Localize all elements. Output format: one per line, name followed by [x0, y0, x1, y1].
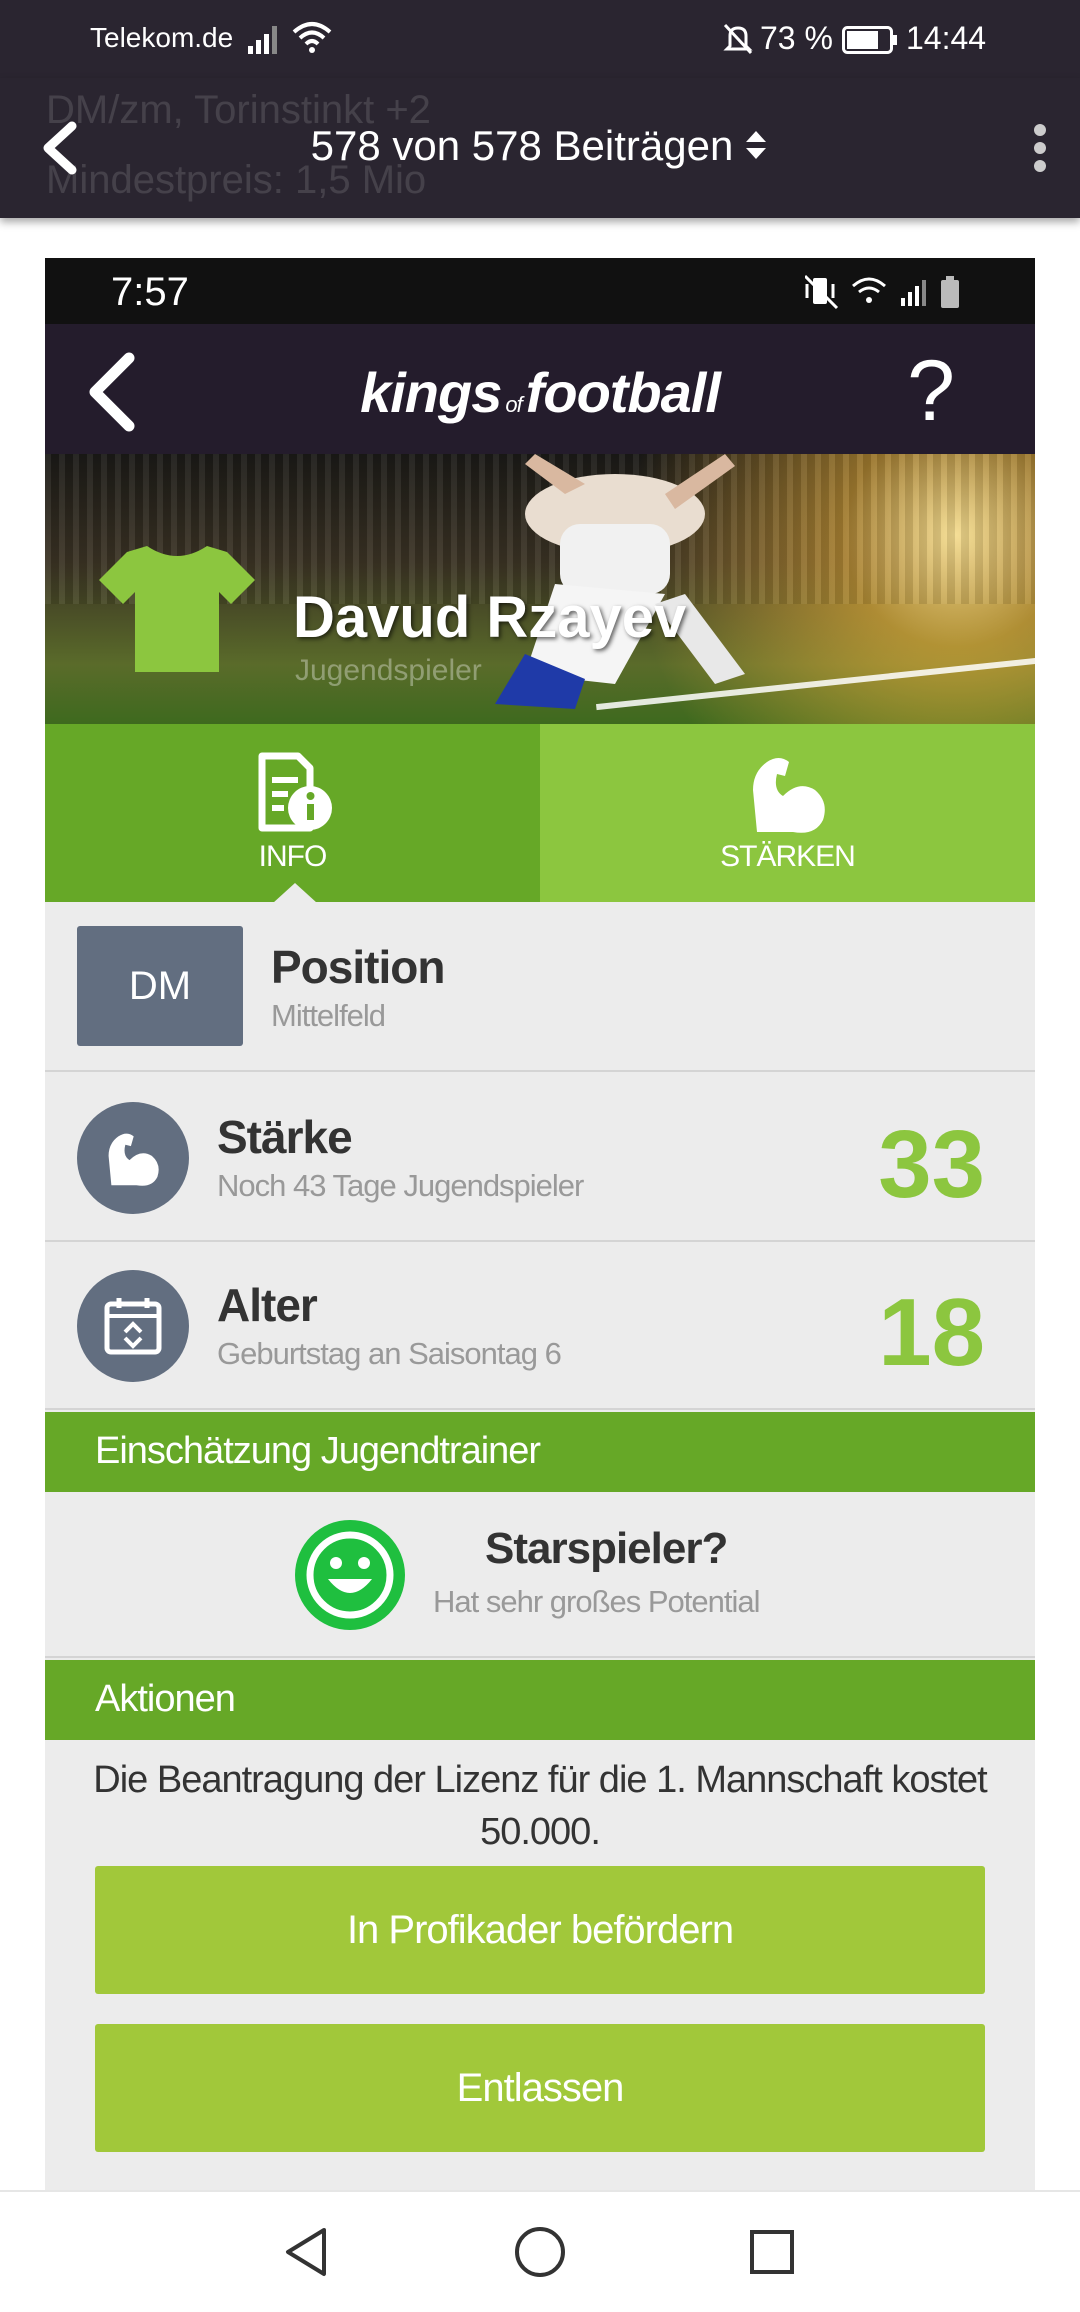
- jersey-icon: [97, 544, 257, 679]
- player-name: Davud Rzayev: [293, 585, 687, 650]
- trainer-section-header: Einschätzung Jugendtrainer: [45, 1412, 1035, 1492]
- thread-header: DM/zm, Torinstinkt +2 Mindestpreis: 1,5 …: [0, 78, 1080, 218]
- battery-icon: [941, 276, 959, 308]
- tab-info-label: INFO: [258, 840, 328, 873]
- age-value: 18: [878, 1279, 985, 1386]
- sort-arrows-icon: [743, 125, 769, 173]
- license-cost-note: Die Beantragung der Lizenz für die 1. Ma…: [93, 1759, 987, 1853]
- inner-status-bar: 7:57: [45, 258, 1035, 324]
- active-tab-pointer: [273, 883, 317, 903]
- battery-percent: 73 %: [760, 20, 833, 56]
- strength-row: Stärke Noch 43 Tage Jugendspieler 33: [45, 1074, 1035, 1242]
- signal-icon: [248, 24, 284, 59]
- app-header: kings offootball ?: [45, 324, 1035, 454]
- actions-body: Die Beantragung der Lizenz für die 1. Ma…: [45, 1740, 1035, 2190]
- trainer-section-title: Einschätzung Jugendtrainer: [95, 1430, 541, 1472]
- tab-info[interactable]: INFO: [45, 724, 540, 903]
- smiley-icon: [295, 1520, 405, 1630]
- bell-muted-icon: [722, 22, 754, 61]
- wifi-icon: [292, 20, 332, 59]
- strength-subtitle: Noch 43 Tage Jugendspieler: [217, 1168, 584, 1203]
- position-title: Position: [271, 941, 445, 993]
- position-badge: DM: [77, 926, 243, 1046]
- nav-home-icon[interactable]: [512, 2222, 568, 2287]
- logo-kings: kings: [360, 361, 502, 424]
- nav-back-icon[interactable]: [280, 2222, 336, 2287]
- age-subtitle: Geburtstag an Saisontag 6: [217, 1336, 562, 1371]
- strength-value: 33: [878, 1111, 985, 1218]
- rating-subtitle: Hat sehr großes Potential: [433, 1584, 761, 1619]
- post-counter-label: 578 von 578 Beiträgen: [310, 122, 734, 169]
- vibrate-icon: [803, 274, 839, 310]
- player-hero: Davud Rzayev Jugendspieler: [45, 454, 1035, 724]
- app-logo: kings offootball: [45, 360, 1035, 425]
- status-bar: Telekom.de 73 % 14:44: [0, 0, 1080, 78]
- tab-staerken[interactable]: STÄRKEN: [540, 724, 1035, 902]
- logo-football: football: [525, 361, 721, 424]
- position-row: DM Position Mittelfeld: [45, 902, 1035, 1072]
- muscle-arm-icon: [540, 750, 1035, 841]
- wifi-icon: [852, 277, 886, 303]
- logo-of: of: [505, 392, 522, 417]
- trainer-rating: Starspieler? Hat sehr großes Potential: [45, 1492, 1035, 1658]
- player-role: Jugendspieler: [295, 654, 482, 687]
- rating-title: Starspieler?: [485, 1524, 728, 1573]
- age-title: Alter: [217, 1279, 318, 1331]
- battery-icon: [842, 26, 898, 59]
- embedded-screenshot: 7:57 kings offootball ? Davud Rzayev Jug…: [45, 258, 1035, 2190]
- muscle-arm-icon: [77, 1102, 189, 1214]
- post-counter-selector[interactable]: 578 von 578 Beiträgen: [0, 122, 1080, 173]
- position-subtitle: Mittelfeld: [271, 998, 386, 1033]
- actions-section-header: Aktionen: [45, 1660, 1035, 1740]
- strength-title: Stärke: [217, 1111, 353, 1163]
- document-info-icon: [45, 750, 540, 841]
- player-tabs: INFO STÄRKEN: [45, 724, 1035, 903]
- age-row: Alter Geburtstag an Saisontag 6 18: [45, 1242, 1035, 1410]
- actions-section-title: Aktionen: [95, 1678, 236, 1720]
- calendar-icon: [77, 1270, 189, 1382]
- navigation-bar: [0, 2190, 1080, 2312]
- inner-status-time: 7:57: [111, 270, 189, 314]
- signal-icon: [901, 280, 926, 306]
- release-button[interactable]: Entlassen: [95, 2024, 985, 2152]
- help-button[interactable]: ?: [907, 342, 955, 441]
- status-time: 14:44: [906, 20, 987, 56]
- inner-status-icons: [803, 272, 975, 317]
- more-options-icon[interactable]: [1030, 118, 1050, 178]
- nav-recents-icon[interactable]: [744, 2222, 800, 2287]
- tab-staerken-label: STÄRKEN: [720, 840, 856, 873]
- carrier-label: Telekom.de: [90, 22, 234, 53]
- promote-button[interactable]: In Profikader befördern: [95, 1866, 985, 1994]
